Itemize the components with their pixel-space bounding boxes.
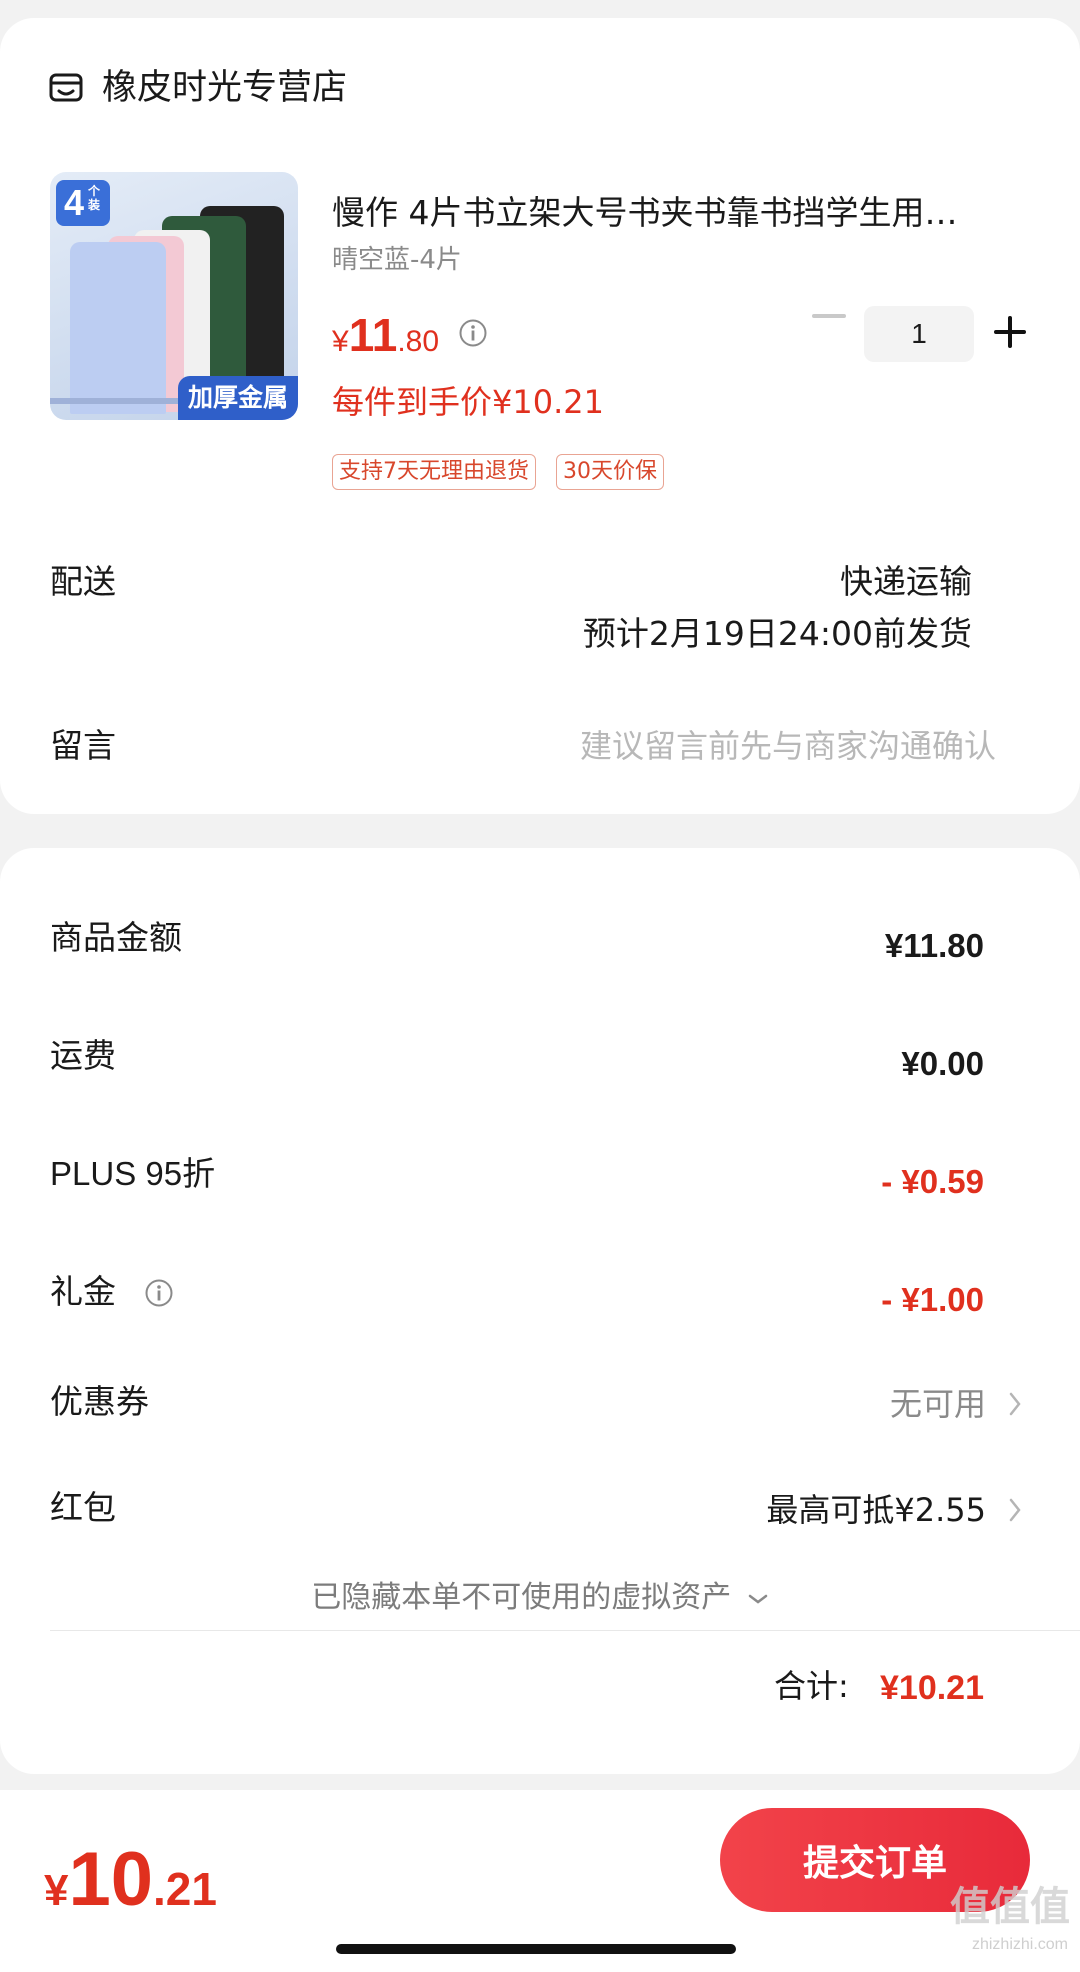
- message-input[interactable]: [476, 724, 996, 768]
- quantity-increase-button[interactable]: [994, 316, 1026, 348]
- watermark-url: zhizhizhi.com: [971, 1936, 1068, 1953]
- watermark-logo: 值值值: [950, 1884, 1070, 1930]
- gift-money-value: - ¥1.00: [881, 1281, 984, 1318]
- red-packet-label: 红包: [50, 1488, 116, 1527]
- delivery-label: 配送: [50, 562, 116, 601]
- shipping-label: 运费: [50, 1036, 116, 1075]
- delivery-eta: 预计2月19日24:00前发货: [582, 614, 972, 653]
- subtotal-label: 商品金额: [50, 918, 182, 957]
- thumb-book-blue: [70, 242, 166, 414]
- product-variant[interactable]: 晴空蓝-4片: [332, 242, 462, 278]
- price-summary-card: 商品金额 ¥11.80 运费 ¥0.00 PLUS 95折 - ¥0.59 礼金…: [0, 848, 1080, 1774]
- gift-money-info-icon[interactable]: [144, 1278, 174, 1308]
- quantity-value[interactable]: 1: [864, 306, 974, 362]
- bottom-price-currency: ¥: [44, 1866, 69, 1915]
- red-packet-chevron-right-icon[interactable]: [1008, 1496, 1022, 1524]
- order-card: 橡皮时光专营店 4 个装 加厚金属 慢作 4片书立架大号书夹书靠书挡学生用… 晴…: [0, 18, 1080, 814]
- total-label: 合计:: [774, 1667, 849, 1705]
- coupon-chevron-right-icon[interactable]: [1008, 1390, 1022, 1418]
- bottom-price-int: 10: [68, 1837, 154, 1922]
- coupon-value[interactable]: 无可用: [890, 1382, 986, 1426]
- product-price-currency: ¥: [332, 325, 349, 358]
- thumb-count-badge: 4 个装: [56, 180, 110, 226]
- subtotal-value: ¥11.80: [884, 927, 984, 964]
- shipping-value: ¥0.00: [901, 1045, 984, 1082]
- hidden-assets-toggle[interactable]: 已隐藏本单不可使用的虚拟资产: [0, 1576, 1080, 1620]
- hidden-assets-text: 已隐藏本单不可使用的虚拟资产: [311, 1580, 732, 1615]
- product-price-int: 11: [348, 309, 398, 361]
- bottom-total-price: ¥10.21: [44, 1836, 217, 1923]
- red-packet-value[interactable]: 最高可抵¥2.55: [766, 1488, 986, 1532]
- product-thumbnail[interactable]: 4 个装 加厚金属: [50, 172, 298, 420]
- home-indicator[interactable]: [336, 1944, 736, 1954]
- price-info-icon[interactable]: [458, 318, 488, 348]
- thumb-tag: 加厚金属: [177, 376, 298, 420]
- quantity-decrease-button[interactable]: [812, 314, 846, 318]
- product-title[interactable]: 慢作 4片书立架大号书夹书靠书挡学生用…: [332, 190, 1012, 236]
- store-icon: [49, 73, 83, 102]
- product-price: ¥11.80: [332, 308, 439, 362]
- summary-divider: [50, 1630, 1080, 1631]
- store-name[interactable]: 橡皮时光专营店: [102, 64, 347, 112]
- bottom-action-bar: ¥10.21 提交订单 值值值 zhizhizhi.com: [0, 1790, 1080, 1972]
- chevron-down-icon: [748, 1594, 768, 1604]
- message-label: 留言: [50, 726, 116, 765]
- return-policy-badge: 支持7天无理由退货: [332, 454, 536, 490]
- delivery-method[interactable]: 快递运输: [840, 560, 972, 604]
- final-price-text: 每件到手价¥10.21: [332, 383, 604, 421]
- gift-money-label: 礼金: [50, 1272, 116, 1311]
- coupon-label: 优惠券: [50, 1382, 149, 1421]
- product-price-dec: .80: [397, 325, 440, 358]
- total-value: ¥10.21: [880, 1669, 984, 1707]
- thumb-count: 4: [64, 182, 85, 223]
- thumb-count-unit: 个装: [88, 184, 101, 212]
- price-protect-badge: 30天价保: [556, 454, 664, 490]
- bottom-price-dec: .21: [153, 1863, 217, 1915]
- plus-discount-label: PLUS 95折: [50, 1155, 216, 1192]
- plus-discount-value: - ¥0.59: [881, 1163, 984, 1200]
